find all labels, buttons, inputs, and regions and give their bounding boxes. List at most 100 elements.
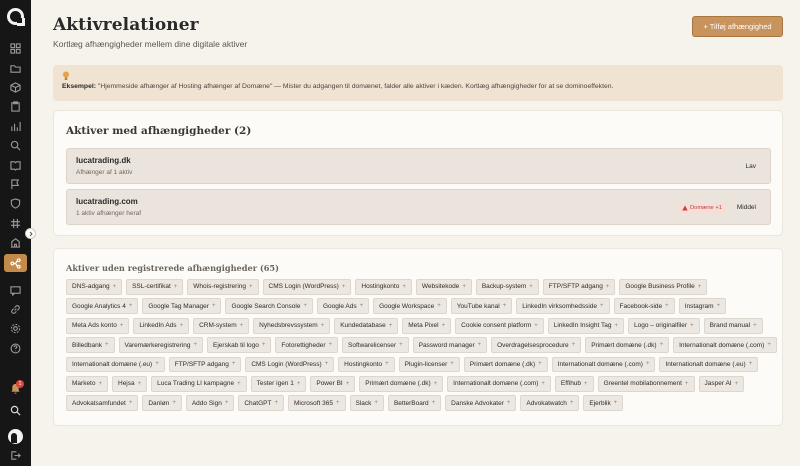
assets-without-dependencies-card: Aktiver uden registrerede afhængigheder … bbox=[53, 248, 783, 426]
page-title: Aktivrelationer bbox=[53, 15, 199, 35]
asset-chip[interactable]: Whois-registrering + bbox=[187, 279, 259, 295]
asset-chip[interactable]: CMS Login (WordPress) + bbox=[245, 356, 335, 373]
relations-icon[interactable] bbox=[4, 254, 27, 272]
add-dependency-button[interactable]: + Tilføj afhængighed bbox=[692, 16, 783, 37]
assets-without-dependencies-title: Aktiver uden registrerede afhængigheder … bbox=[66, 263, 279, 273]
asset-chip[interactable]: Password manager + bbox=[412, 337, 488, 353]
asset-chip[interactable]: Danløn + bbox=[142, 395, 182, 412]
asset-chip[interactable]: Meta Pixel + bbox=[402, 317, 452, 334]
asset-chip[interactable]: Google Business Profile + bbox=[619, 279, 708, 295]
asset-chip[interactable]: Marketo + bbox=[66, 375, 108, 392]
asset-chip[interactable]: Internationalt domæne (.com) + bbox=[551, 356, 656, 373]
asset-chip[interactable]: Fotorettigheder + bbox=[275, 337, 339, 353]
message-icon[interactable] bbox=[7, 283, 24, 297]
plus-icon: + bbox=[767, 342, 771, 349]
asset-row[interactable]: lucatrading.com 1 aktiv afhænger heraf D… bbox=[66, 189, 771, 225]
flag-icon[interactable] bbox=[7, 177, 24, 191]
asset-chip[interactable]: Google Search Console + bbox=[225, 298, 313, 315]
plus-icon: + bbox=[748, 361, 753, 368]
asset-chip[interactable]: Varemærkeregistrering + bbox=[118, 337, 204, 353]
asset-chip[interactable]: Internationalt domæne (.com) + bbox=[447, 375, 551, 392]
plus-icon: + bbox=[328, 342, 333, 349]
asset-chip[interactable]: Google Analytics 4 + bbox=[66, 298, 139, 315]
plus-icon: + bbox=[119, 322, 124, 329]
plus-icon: + bbox=[529, 283, 533, 290]
asset-chip[interactable]: Luca Trading LI kampagne + bbox=[151, 375, 247, 392]
asset-chip[interactable]: Hostingkonto + bbox=[355, 279, 412, 295]
avatar[interactable] bbox=[8, 429, 23, 444]
asset-chip[interactable]: Tester igen 1 + bbox=[250, 375, 307, 392]
asset-chip[interactable]: Facebook-side + bbox=[613, 298, 675, 315]
asset-chip[interactable]: Jasper AI + bbox=[698, 375, 745, 392]
asset-chip[interactable]: Greentel mobilabonnement + bbox=[597, 375, 695, 392]
asset-chip[interactable]: SSL-certifikat + bbox=[126, 279, 184, 295]
asset-chip[interactable]: Hejsa + bbox=[112, 375, 148, 392]
plus-icon: + bbox=[239, 322, 244, 329]
asset-chip[interactable]: Cookie consent platform + bbox=[455, 317, 544, 334]
asset-chip[interactable]: BetterBoard + bbox=[387, 395, 442, 412]
clipboard-icon[interactable] bbox=[7, 99, 24, 113]
asset-chip[interactable]: Primært domæne (.dk) + bbox=[463, 356, 548, 373]
settings-icon[interactable] bbox=[7, 321, 24, 335]
asset-row[interactable]: lucatrading.dk Afhænger af 1 aktiv Lav bbox=[66, 148, 771, 184]
app-logo[interactable] bbox=[7, 8, 25, 26]
search-icon[interactable] bbox=[7, 403, 24, 417]
asset-chip[interactable]: Billedbank + bbox=[66, 337, 115, 353]
asset-chip[interactable]: Logo – originalfiler + bbox=[627, 317, 700, 334]
asset-chip[interactable]: Google Tag Manager + bbox=[142, 298, 222, 315]
sidebar-collapse-button[interactable] bbox=[25, 228, 36, 239]
book-icon[interactable] bbox=[7, 158, 24, 172]
grid-icon[interactable] bbox=[7, 216, 24, 230]
chart-icon[interactable] bbox=[7, 119, 24, 133]
asset-chip[interactable]: Brand manual + bbox=[703, 317, 763, 334]
logout-icon[interactable] bbox=[7, 448, 24, 462]
asset-chip[interactable]: Internationalt domæne (.eu) + bbox=[66, 356, 165, 373]
asset-chip[interactable]: FTP/SFTP adgang + bbox=[168, 356, 242, 373]
asset-chip[interactable]: Addo Sign + bbox=[185, 395, 235, 412]
asset-chip[interactable]: LinkedIn Insight Tag + bbox=[547, 317, 624, 334]
asset-chip[interactable]: Advokatsamfundet + bbox=[66, 395, 139, 412]
plus-icon: + bbox=[614, 322, 618, 329]
asset-chip[interactable]: Slack + bbox=[349, 395, 384, 412]
asset-chip[interactable]: LinkedIn virksomhedsside + bbox=[516, 298, 610, 315]
asset-chip[interactable]: Softwarelicenser + bbox=[342, 337, 409, 353]
asset-chip[interactable]: Kundedatabase + bbox=[334, 317, 399, 334]
folder-icon[interactable] bbox=[7, 61, 24, 75]
asset-chip[interactable]: Advokatwatch + bbox=[520, 395, 580, 412]
asset-chip[interactable]: Overdragelsesprocedure + bbox=[491, 337, 582, 353]
asset-chip[interactable]: Google Workspace + bbox=[373, 298, 447, 315]
search-doc-icon[interactable] bbox=[7, 138, 24, 152]
asset-chip[interactable]: Power BI + bbox=[310, 375, 356, 392]
dashboard-icon[interactable] bbox=[7, 41, 24, 55]
help-icon[interactable] bbox=[7, 341, 24, 355]
asset-chip[interactable]: Primært domæne (.dk) + bbox=[585, 337, 670, 353]
asset-chip[interactable]: Meta Ads konto + bbox=[66, 317, 130, 334]
asset-chip[interactable]: CRM-system + bbox=[193, 317, 250, 334]
asset-chip[interactable]: ChatGPT + bbox=[238, 395, 284, 412]
asset-chip[interactable]: Danske Advokater + bbox=[445, 395, 517, 412]
asset-chip[interactable]: Instagram + bbox=[678, 298, 727, 315]
asset-chip[interactable]: Internationalt domæne (.com) + bbox=[673, 337, 777, 353]
asset-chip[interactable]: DNS-adgang + bbox=[66, 279, 123, 295]
asset-chip[interactable]: Websitekode + bbox=[415, 279, 472, 295]
asset-chip[interactable]: LinkedIn Ads + bbox=[133, 317, 190, 334]
asset-chip[interactable]: Primært domæne (.dk) + bbox=[359, 375, 444, 392]
asset-chip[interactable]: Plugin-licenser + bbox=[398, 356, 460, 373]
asset-chip[interactable]: CMS Login (WordPress) + bbox=[262, 279, 352, 295]
asset-chip[interactable]: YouTube kanal + bbox=[450, 298, 513, 315]
asset-chip[interactable]: Google Ads + bbox=[317, 298, 370, 315]
asset-chip[interactable]: Ejerskab til logo + bbox=[207, 337, 272, 353]
asset-chip[interactable]: Nyhedsbrevssystem + bbox=[253, 317, 331, 334]
shield-icon[interactable] bbox=[7, 196, 24, 210]
asset-chip[interactable]: Internationalt domæne (.eu) + bbox=[659, 356, 759, 373]
package-icon[interactable] bbox=[7, 80, 24, 94]
asset-chip[interactable]: Ejerblik + bbox=[583, 395, 624, 412]
link-icon[interactable] bbox=[7, 302, 24, 316]
asset-chip[interactable]: Microsoft 365 + bbox=[287, 395, 346, 412]
asset-chip[interactable]: Backup-system + bbox=[475, 279, 539, 295]
asset-chip[interactable]: Hostingkonto + bbox=[338, 356, 395, 373]
asset-chip[interactable]: FTP/SFTP adgang + bbox=[542, 279, 616, 295]
plus-icon: + bbox=[341, 283, 346, 290]
asset-chip[interactable]: Effihub + bbox=[554, 375, 594, 392]
building-icon[interactable] bbox=[7, 235, 24, 249]
